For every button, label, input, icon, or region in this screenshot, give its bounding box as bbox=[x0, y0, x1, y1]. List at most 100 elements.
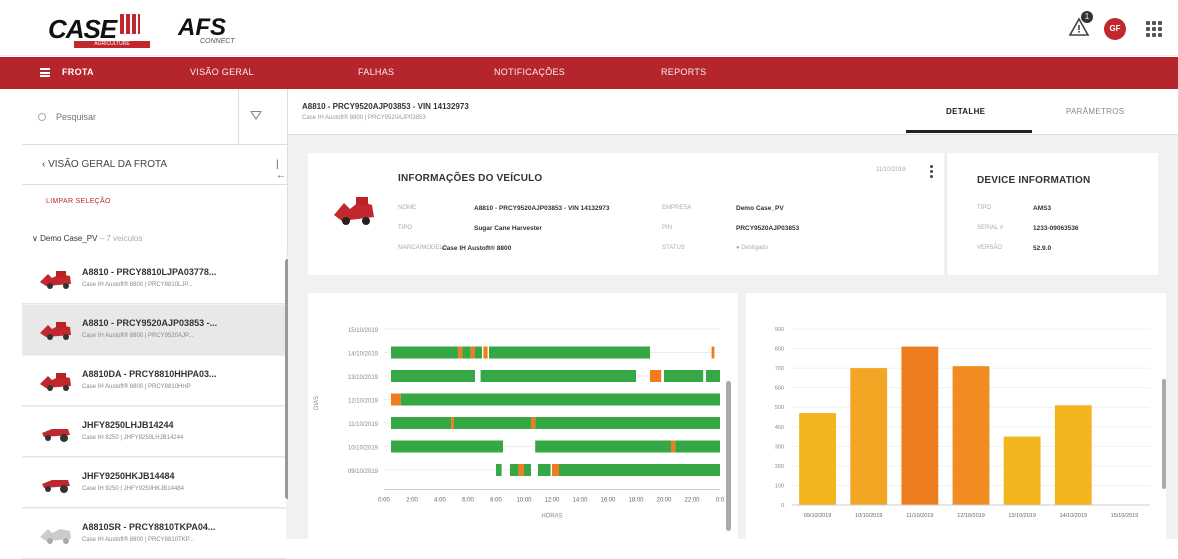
tractor-icon bbox=[42, 480, 70, 493]
field-value: A8810 - PRCY9520AJP03853 - VIN 14132973 bbox=[474, 205, 610, 212]
vehicle-list: A8810 - PRCY8810LJPA03778... Case IH Aus… bbox=[22, 254, 288, 559]
bar bbox=[799, 413, 836, 505]
hour-tick-label: 20:00 bbox=[656, 498, 672, 504]
work-segment bbox=[706, 370, 720, 382]
work-segment bbox=[496, 464, 502, 476]
vehicle-list-item-selected[interactable]: A8810 - PRCY9520AJP03853 -... Case IH Au… bbox=[22, 305, 286, 355]
nav-frota[interactable]: FROTA bbox=[62, 67, 94, 77]
y-tick-label: 700 bbox=[775, 366, 784, 372]
day-tick-label: 11/10/2019 bbox=[348, 422, 378, 428]
work-segment bbox=[559, 464, 720, 476]
search-input[interactable] bbox=[56, 107, 236, 127]
idle-segment bbox=[531, 417, 536, 429]
nav-visao-geral[interactable]: VISÃO GERAL bbox=[190, 67, 254, 77]
field-value: Demo Case_PV bbox=[736, 205, 784, 212]
hour-tick-label: 4:00 bbox=[434, 498, 446, 504]
nav-reports[interactable]: REPORTS bbox=[661, 67, 706, 77]
idle-segment bbox=[650, 370, 662, 382]
x-tick-label: 09/10/2019 bbox=[804, 513, 832, 519]
idle-segment bbox=[671, 440, 676, 453]
vehicle-model: Case IH Austoft® 8800 | PRCY8810TKP... bbox=[82, 537, 194, 543]
work-segment bbox=[664, 370, 704, 382]
field-label: PIN bbox=[662, 225, 673, 231]
nav-notificacoes[interactable]: NOTIFICAÇÕES bbox=[494, 67, 565, 77]
device-card-title: DEVICE INFORMATION bbox=[977, 175, 1091, 186]
idle-segment bbox=[470, 346, 475, 359]
field-label: STATUS bbox=[662, 245, 685, 251]
vehicle-list-item[interactable]: JHFY8250LHJB14244 Case IH 8250 | JHFY825… bbox=[22, 407, 286, 457]
activity-timeline-card: 15/10/2019 14/10/2019 13/10/2019 12/10/2019… bbox=[308, 293, 738, 539]
hour-tick-label: 14:00 bbox=[572, 498, 588, 504]
status-value: ● Desligado bbox=[736, 245, 768, 251]
hour-tick-label: 0:0 bbox=[716, 498, 725, 504]
fleet-sidebar: ‹ VISÃO GERAL DA FROTA |← LIMPAR SELEÇÃO… bbox=[22, 89, 290, 559]
field-value: 52.9.0 bbox=[1033, 245, 1052, 252]
vehicle-list-item[interactable]: A8810SR - PRCY8810TKPA04... Case IH Aust… bbox=[22, 509, 286, 559]
nav-falhas[interactable]: FALHAS bbox=[358, 67, 394, 77]
work-segment bbox=[535, 417, 720, 429]
daily-bar-chart: 0 100 200 300 400 500 600 700 800 900 09/10/2019 10… bbox=[775, 327, 1150, 519]
hour-tick-label: 12:00 bbox=[544, 498, 560, 504]
vehicle-name: JHFY8250LHJB14244 bbox=[82, 420, 174, 430]
bar bbox=[952, 366, 990, 505]
work-segment bbox=[538, 464, 551, 476]
more-options-icon[interactable] bbox=[930, 165, 933, 178]
collapse-sidebar-icon[interactable]: |← bbox=[276, 159, 288, 181]
work-segment bbox=[535, 440, 671, 453]
day-tick-label: 15/10/2019 bbox=[348, 328, 379, 334]
search-bar bbox=[22, 89, 288, 145]
x-tick-label: 13/10/2019 bbox=[1008, 513, 1036, 519]
bar bbox=[901, 346, 939, 505]
apps-grid-icon[interactable] bbox=[1146, 21, 1162, 37]
y-tick-label: 200 bbox=[775, 464, 784, 470]
harvester-icon bbox=[40, 373, 71, 391]
chevron-down-icon: ∨ bbox=[32, 234, 38, 243]
bar-chart-scrollbar[interactable] bbox=[1162, 379, 1166, 489]
back-to-fleet-overview[interactable]: ‹ VISÃO GERAL DA FROTA |← bbox=[22, 145, 288, 185]
day-tick-label: 12/10/2019 bbox=[348, 399, 379, 405]
x-tick-label: 12/10/2019 bbox=[957, 513, 985, 519]
field-value: PRCY9520AJP03853 bbox=[736, 225, 800, 232]
x-tick-label: 11/10/2019 bbox=[906, 513, 933, 519]
work-segment bbox=[510, 464, 519, 476]
fleet-group-toggle[interactable]: ∨ Demo Case_PV – 7 veículos bbox=[32, 234, 142, 243]
vehicle-model: Case IH Austoft® 8800 | PRCY8810HHP bbox=[82, 384, 191, 390]
vehicle-subtitle: Case IH Austoft® 8800 | PRCY9520AJP03853 bbox=[302, 115, 426, 121]
work-segment bbox=[475, 346, 482, 359]
idle-segment bbox=[391, 393, 401, 406]
tab-detalhe[interactable]: DETALHE bbox=[946, 107, 985, 116]
vehicle-list-item[interactable]: A8810DA - PRCY8810HHPA03... Case IH Aust… bbox=[22, 356, 286, 406]
vehicle-list-item[interactable]: JHFY9250HKJB14484 Case IH 9250 | JHFY925… bbox=[22, 458, 286, 508]
work-segment bbox=[462, 346, 471, 359]
idle-segment bbox=[552, 464, 559, 476]
field-value: 1233-09063536 bbox=[1033, 225, 1079, 232]
day-tick-label: 13/10/2019 bbox=[348, 375, 379, 381]
hour-tick-label: 6:00 bbox=[462, 498, 474, 504]
info-date: 11/10/2019 bbox=[876, 167, 906, 173]
tab-parametros[interactable]: PARÂMETROS bbox=[1066, 107, 1124, 116]
field-label: VERSÃO bbox=[977, 245, 1003, 251]
menu-icon[interactable] bbox=[40, 68, 50, 77]
clear-selection-link[interactable]: LIMPAR SELEÇÃO bbox=[46, 198, 111, 205]
work-segment bbox=[391, 370, 475, 382]
idle-segment bbox=[451, 417, 454, 429]
back-label[interactable]: ‹ VISÃO GERAL DA FROTA bbox=[42, 159, 167, 170]
vehicle-list-item[interactable]: A8810 - PRCY8810LJPA03778... Case IH Aus… bbox=[22, 254, 286, 304]
vehicle-name: A8810SR - PRCY8810TKPA04... bbox=[82, 522, 216, 532]
y-tick-label: 500 bbox=[775, 405, 784, 411]
divider bbox=[238, 89, 239, 145]
y-tick-label: 100 bbox=[775, 483, 784, 489]
vehicle-name: JHFY9250HKJB14484 bbox=[82, 471, 175, 481]
user-avatar[interactable]: GF bbox=[1104, 18, 1126, 40]
bar bbox=[1054, 405, 1092, 505]
field-value: Case IH Austoft® 8800 bbox=[442, 245, 512, 252]
y-tick-label: 0 bbox=[781, 503, 784, 509]
filter-icon[interactable] bbox=[250, 111, 262, 120]
afs-connect-label: CONNECT bbox=[200, 38, 235, 45]
hour-tick-label: 0:00 bbox=[378, 498, 390, 504]
field-label: NOME bbox=[398, 205, 416, 211]
x-axis-title: HORAS bbox=[541, 514, 562, 520]
case-ih-logo-subtitle: AGRICULTURE bbox=[74, 41, 150, 48]
field-value: Sugar Cane Harvester bbox=[474, 225, 542, 232]
timeline-scrollbar[interactable] bbox=[726, 381, 731, 531]
